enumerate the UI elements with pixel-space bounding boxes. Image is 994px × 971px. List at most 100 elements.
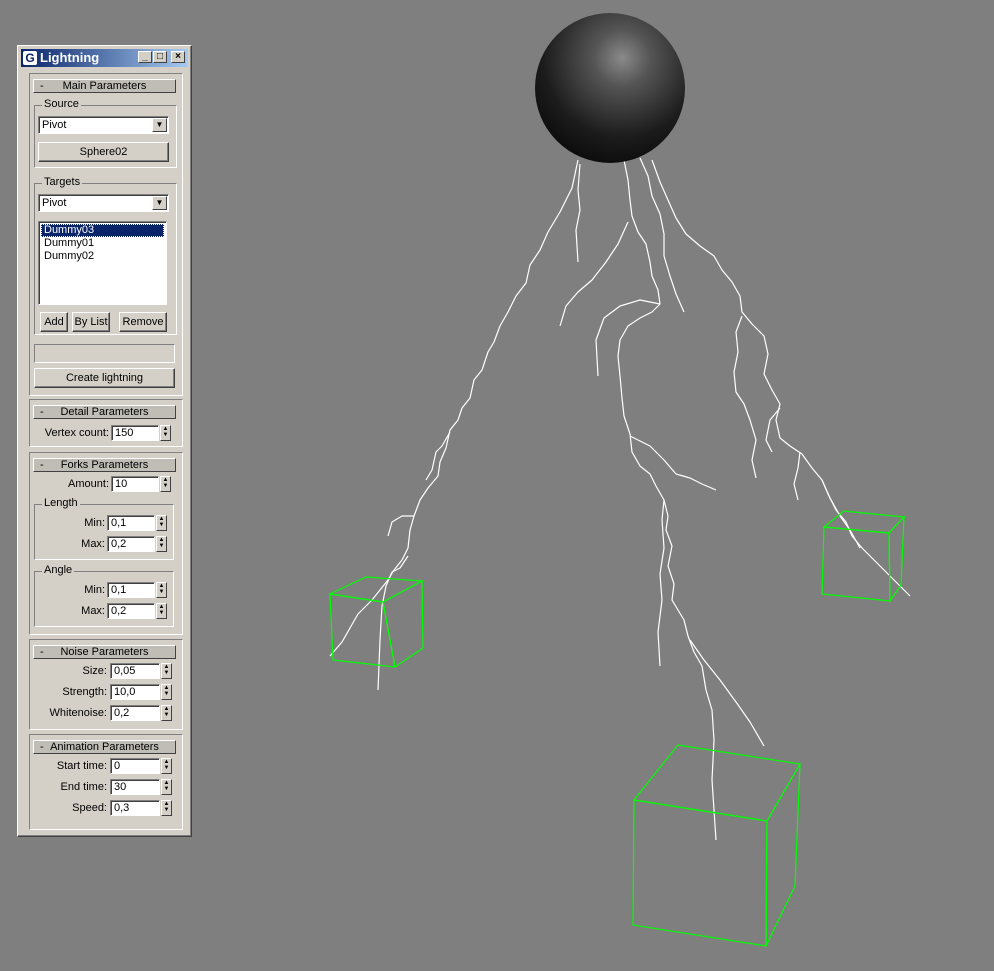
spinner-arrows-icon[interactable]: ▲ ▼ <box>161 779 172 795</box>
amount-spinner[interactable]: 10 ▲ ▼ <box>111 476 173 492</box>
detail-parameters-rollout: - Detail Parameters Vertex count: 150 ▲ ▼ <box>29 399 183 447</box>
source-object-button[interactable]: Sphere02 <box>38 142 169 162</box>
vertex-count-input[interactable]: 150 <box>111 425 159 441</box>
targets-label: Targets <box>42 176 83 188</box>
app-icon: G <box>23 51 37 65</box>
spinner-arrows-icon[interactable]: ▲ ▼ <box>161 663 172 679</box>
spinner-arrows-icon[interactable]: ▲ ▼ <box>161 684 172 700</box>
end-time-input[interactable]: 30 <box>110 779 160 795</box>
detail-parameters-header[interactable]: - Detail Parameters <box>33 405 176 419</box>
spinner-arrows-icon[interactable]: ▲ ▼ <box>156 536 167 552</box>
angle-min-label: Min: <box>84 584 105 596</box>
spinner-arrows-icon[interactable]: ▲ ▼ <box>161 800 172 816</box>
collapse-icon: - <box>40 80 44 92</box>
start-time-spinner[interactable]: 0 ▲ ▼ <box>110 758 173 774</box>
spinner-arrows-icon[interactable]: ▲ ▼ <box>156 603 167 619</box>
by-list-button[interactable]: By List <box>72 312 110 332</box>
collapse-icon: - <box>40 741 44 753</box>
size-input[interactable]: 0,05 <box>110 663 160 679</box>
whitenoise-spinner[interactable]: 0,2 ▲ ▼ <box>110 705 173 721</box>
animation-parameters-rollout: - Animation Parameters Start time: 0 ▲ ▼ … <box>29 734 183 830</box>
spinner-arrows-icon[interactable]: ▲ ▼ <box>156 515 167 531</box>
strength-label: Strength: <box>62 686 107 698</box>
angle-max-label: Max: <box>81 605 105 617</box>
remove-button[interactable]: Remove <box>119 312 167 332</box>
length-min-spinner[interactable]: 0,1 ▲ ▼ <box>107 515 169 531</box>
collapse-icon: - <box>40 406 44 418</box>
title-bar[interactable]: G Lightning _ □ × <box>21 49 188 67</box>
angle-max-input[interactable]: 0,2 <box>107 603 155 619</box>
end-time-spinner[interactable]: 30 ▲ ▼ <box>110 779 173 795</box>
angle-max-spinner[interactable]: 0,2 ▲ ▼ <box>107 603 169 619</box>
rollout-title: Forks Parameters <box>60 459 149 471</box>
whitenoise-input[interactable]: 0,2 <box>110 705 160 721</box>
lightning-window: G Lightning _ □ × - Main Parameters Sour… <box>17 45 192 837</box>
targets-group: Targets Pivot ▼ Dummy03 Dummy01 Dummy02 … <box>34 176 177 335</box>
dropdown-arrow-icon: ▼ <box>152 196 167 210</box>
dummy02-box[interactable] <box>821 510 906 603</box>
end-time-label: End time: <box>60 781 107 793</box>
bolt-to-dummy01 <box>329 159 579 657</box>
spinner-arrows-icon[interactable]: ▲ ▼ <box>160 476 171 492</box>
status-field <box>34 344 175 363</box>
minimize-icon: _ <box>142 51 148 62</box>
targets-listbox[interactable]: Dummy03 Dummy01 Dummy02 <box>38 221 167 305</box>
length-label: Length <box>42 497 80 509</box>
bolt-fork <box>793 451 801 501</box>
speed-spinner[interactable]: 0,3 ▲ ▼ <box>110 800 173 816</box>
targets-mode-dropdown[interactable]: Pivot ▼ <box>38 194 169 212</box>
list-item[interactable]: Dummy03 <box>41 224 164 237</box>
vertex-count-spinner[interactable]: 150 ▲ ▼ <box>111 425 173 441</box>
main-parameters-header[interactable]: - Main Parameters <box>33 79 176 93</box>
speed-input[interactable]: 0,3 <box>110 800 160 816</box>
noise-parameters-header[interactable]: - Noise Parameters <box>33 645 176 659</box>
rollout-title: Noise Parameters <box>60 646 149 658</box>
spinner-arrows-icon[interactable]: ▲ ▼ <box>161 758 172 774</box>
spinner-arrows-icon[interactable]: ▲ ▼ <box>161 705 172 721</box>
vertex-count-label: Vertex count: <box>44 427 109 439</box>
bolt-fork <box>657 499 665 667</box>
spinner-arrows-icon[interactable]: ▲ ▼ <box>156 582 167 598</box>
angle-label: Angle <box>42 564 75 576</box>
minimize-button[interactable]: _ <box>138 51 152 63</box>
maximize-button[interactable]: □ <box>153 51 167 63</box>
amount-input[interactable]: 10 <box>111 476 159 492</box>
length-max-spinner[interactable]: 0,2 ▲ ▼ <box>107 536 169 552</box>
strength-spinner[interactable]: 10,0 ▲ ▼ <box>110 684 173 700</box>
source-mode-dropdown[interactable]: Pivot ▼ <box>38 116 169 134</box>
close-button[interactable]: × <box>171 51 185 63</box>
dummy01-box[interactable] <box>327 576 425 669</box>
list-item[interactable]: Dummy01 <box>41 237 164 250</box>
close-icon: × <box>175 51 181 62</box>
speed-label: Speed: <box>72 802 107 814</box>
size-spinner[interactable]: 0,05 ▲ ▼ <box>110 663 173 679</box>
amount-label: Amount: <box>68 478 109 490</box>
start-time-input[interactable]: 0 <box>110 758 160 774</box>
rollout-title: Animation Parameters <box>50 741 159 753</box>
forks-parameters-header[interactable]: - Forks Parameters <box>33 458 176 472</box>
create-lightning-button[interactable]: Create lightning <box>34 368 175 388</box>
bolt-fork <box>733 315 757 479</box>
dropdown-value: Pivot <box>42 197 67 209</box>
rollout-title: Main Parameters <box>62 80 147 92</box>
length-max-input[interactable]: 0,2 <box>107 536 155 552</box>
bolt-to-dummy02 <box>651 159 911 597</box>
angle-min-input[interactable]: 0,1 <box>107 582 155 598</box>
strength-input[interactable]: 10,0 <box>110 684 160 700</box>
list-item[interactable]: Dummy02 <box>41 250 164 263</box>
add-button[interactable]: Add <box>40 312 68 332</box>
bolt-fork <box>377 555 409 691</box>
angle-min-spinner[interactable]: 0,1 ▲ ▼ <box>107 582 169 598</box>
rollout-title: Detail Parameters <box>60 406 149 418</box>
start-time-label: Start time: <box>56 760 107 772</box>
sphere02[interactable] <box>535 13 685 163</box>
bolt-fork <box>689 639 765 747</box>
dummy03-box[interactable] <box>632 744 801 947</box>
collapse-icon: - <box>40 646 44 658</box>
bolt-fork <box>559 221 629 327</box>
length-min-input[interactable]: 0,1 <box>107 515 155 531</box>
main-parameters-rollout: - Main Parameters Source Pivot ▼ Sphere0… <box>29 73 183 396</box>
maximize-icon: □ <box>156 51 164 62</box>
spinner-arrows-icon[interactable]: ▲ ▼ <box>160 425 171 441</box>
animation-parameters-header[interactable]: - Animation Parameters <box>33 740 176 754</box>
